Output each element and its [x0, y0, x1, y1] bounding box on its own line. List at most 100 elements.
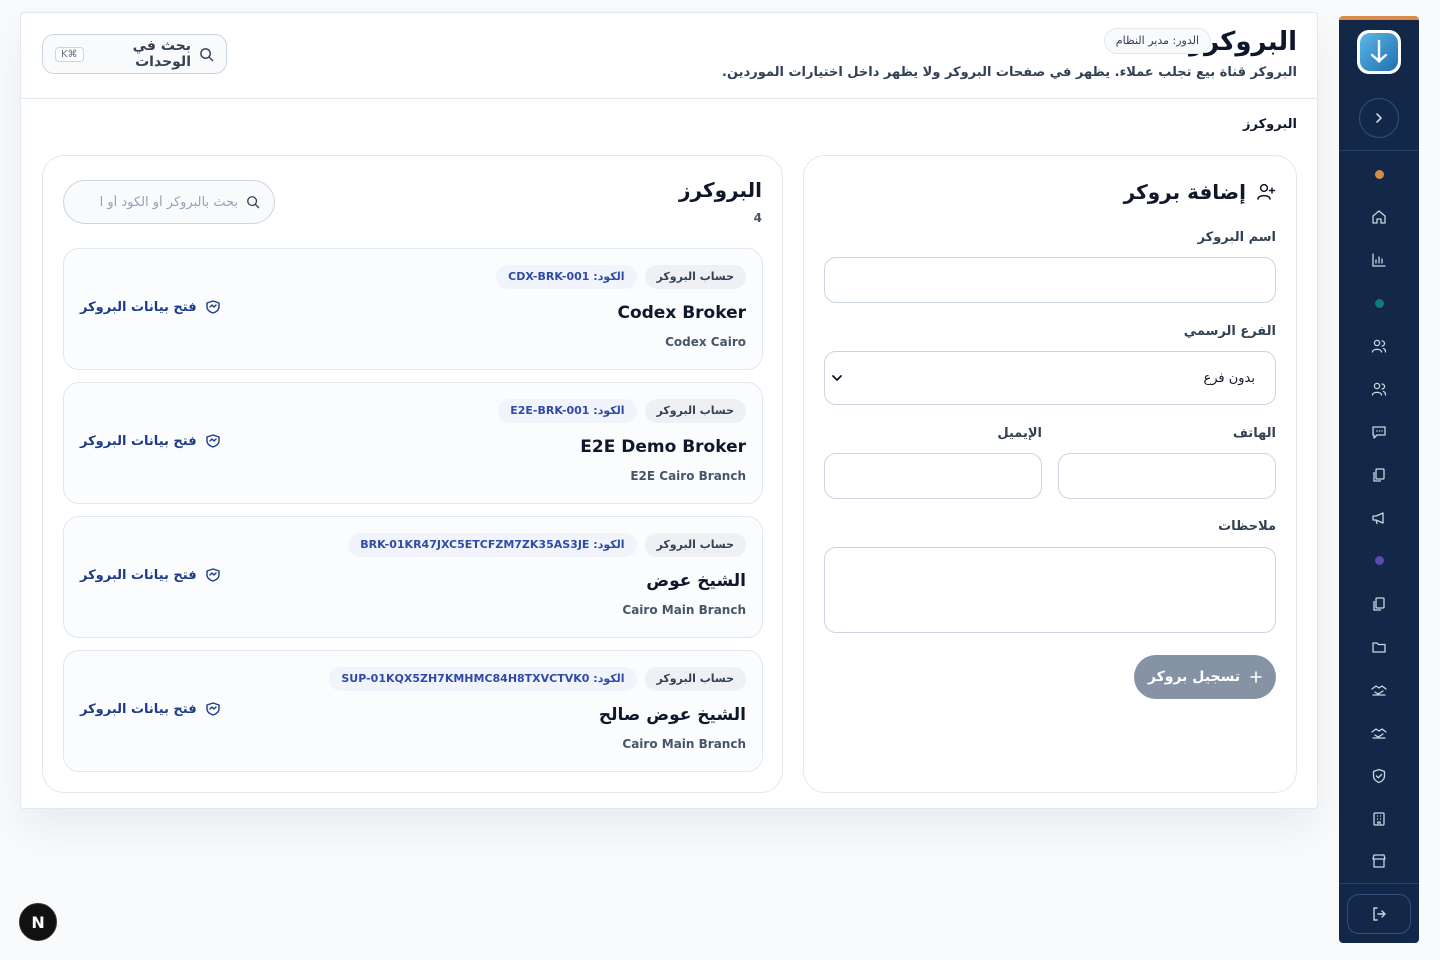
sidebar-item-home[interactable]	[1359, 196, 1399, 239]
broker-name-label: اسم البروكر	[1197, 230, 1276, 245]
code-value: SUP-01KQX5ZH7KMHMC84H8TXVCTVK0	[341, 672, 590, 685]
building-icon	[1373, 811, 1385, 826]
search-icon	[247, 196, 260, 209]
status-dot	[1374, 556, 1384, 566]
open-broker-link[interactable]: فتح بيانات البروكر	[80, 701, 221, 717]
search-icon	[200, 47, 214, 61]
keyboard-shortcut: K⌘	[55, 46, 84, 62]
handshake-icon	[1371, 685, 1387, 696]
phone-label: الهاتف	[1232, 426, 1276, 441]
code-badge: الكود: SUP-01KQX5ZH7KMHMC84H8TXVCTVK0	[329, 667, 637, 691]
broker-name: Codex Broker	[617, 303, 746, 323]
chevron-down-icon	[832, 375, 842, 381]
page-subtitle: البروكر قناة بيع تجلب عملاء. يظهر في صفح…	[722, 65, 1297, 80]
chevron-left-icon	[1376, 113, 1382, 123]
broker-branch: Cairo Main Branch	[622, 737, 746, 751]
documents-icon	[1373, 597, 1385, 611]
broker-card: حساب البروكر الكود: CDX-BRK-001 Codex Br…	[63, 248, 763, 370]
account-badge: حساب البروكر	[644, 265, 746, 289]
main-content: البروكرز الدور: مدير النظام البروكر قناة…	[20, 12, 1318, 809]
sidebar-collapse-button[interactable]	[1359, 98, 1399, 138]
sidebar-item-deals[interactable]	[1359, 711, 1399, 754]
code-value: E2E-BRK-001	[510, 404, 590, 417]
sidebar-item-buildings[interactable]	[1359, 797, 1399, 840]
page-header: البروكرز الدور: مدير النظام البروكر قناة…	[21, 13, 1317, 99]
sidebar-item-security[interactable]	[1359, 754, 1399, 797]
form-title: إضافة بروكر	[1124, 180, 1276, 204]
broker-badges: حساب البروكر الكود: BRK-01KR47JXC5ETCFZM…	[348, 533, 746, 557]
sidebar-item-campaigns[interactable]	[1359, 497, 1399, 540]
broker-count: 4	[753, 211, 762, 225]
open-broker-link[interactable]: فتح بيانات البروكر	[80, 299, 221, 315]
handshake-icon	[205, 300, 220, 314]
broker-branch: E2E Cairo Branch	[630, 469, 746, 483]
sidebar-item-files[interactable]	[1359, 582, 1399, 625]
email-label: الإيميل	[997, 426, 1042, 441]
documents-icon	[1373, 468, 1385, 482]
sidebar	[1339, 16, 1419, 943]
code-label: الكود:	[593, 672, 625, 685]
global-search-button[interactable]: بحث في الوحدات K⌘	[42, 34, 227, 74]
logout-button[interactable]	[1347, 893, 1411, 934]
account-badge: حساب البروكر	[644, 667, 746, 691]
register-broker-button[interactable]: تسجيل بروكر	[1134, 655, 1276, 699]
list-title: البروكرز	[679, 178, 762, 202]
store-icon	[1372, 854, 1386, 869]
open-broker-link[interactable]: فتح بيانات البروكر	[80, 433, 221, 449]
sidebar-item-store[interactable]	[1359, 840, 1399, 883]
broker-search-input[interactable]: بحث بالبروكر أو الكود أو ا	[63, 180, 275, 224]
sidebar-item-folders[interactable]	[1359, 625, 1399, 668]
user-plus-icon	[1257, 183, 1276, 200]
chat-icon	[1372, 426, 1386, 439]
broker-name: E2E Demo Broker	[580, 437, 746, 457]
dev-tools-button[interactable]: N	[19, 903, 57, 941]
open-broker-label: فتح بيانات البروكر	[80, 299, 197, 315]
broker-list-panel: البروكرز 4 بحث بالبروكر أو الكود أو ا حس…	[42, 155, 783, 793]
email-input[interactable]	[824, 453, 1042, 499]
broker-search-placeholder: بحث بالبروكر أو الكود أو ا	[99, 194, 238, 210]
account-badge: حساب البروكر	[644, 533, 746, 557]
sidebar-item-dot-orange[interactable]	[1359, 153, 1399, 196]
sidebar-item-dot-purple[interactable]	[1359, 539, 1399, 582]
home-icon	[1372, 210, 1386, 225]
sidebar-item-documents[interactable]	[1359, 454, 1399, 497]
status-dot	[1374, 169, 1384, 179]
broker-branch: Cairo Main Branch	[622, 603, 746, 617]
broker-badges: حساب البروكر الكود: CDX-BRK-001	[496, 265, 746, 289]
code-badge: الكود: E2E-BRK-001	[498, 399, 637, 423]
branch-select[interactable]: بدون فرع	[824, 351, 1276, 405]
logo-icon	[1360, 33, 1398, 71]
phone-input[interactable]	[1058, 453, 1276, 499]
sidebar-item-clients[interactable]	[1359, 368, 1399, 411]
sidebar-item-reports[interactable]	[1359, 239, 1399, 282]
sidebar-item-brokers[interactable]	[1359, 668, 1399, 711]
sidebar-item-users[interactable]	[1359, 325, 1399, 368]
handshake-icon	[205, 568, 220, 582]
open-broker-link[interactable]: فتح بيانات البروكر	[80, 567, 221, 583]
code-label: الكود:	[593, 538, 625, 551]
branch-select-value: بدون فرع	[1203, 370, 1255, 386]
breadcrumb: البروكرز	[1243, 117, 1297, 132]
users-icon	[1371, 382, 1387, 396]
broker-card: حساب البروكر الكود: BRK-01KR47JXC5ETCFZM…	[63, 516, 763, 638]
chart-icon	[1372, 253, 1386, 267]
open-broker-label: فتح بيانات البروكر	[80, 701, 197, 717]
app-logo[interactable]	[1357, 30, 1401, 74]
sidebar-item-dot-teal[interactable]	[1359, 282, 1399, 325]
users-icon	[1371, 339, 1387, 353]
open-broker-label: فتح بيانات البروكر	[80, 567, 197, 583]
handshake-icon	[205, 434, 220, 448]
shield-icon	[1372, 768, 1386, 783]
notes-label: ملاحظات	[1218, 519, 1276, 534]
code-value: BRK-01KR47JXC5ETCFZM7ZK35AS3JE	[360, 538, 590, 551]
add-broker-form: إضافة بروكر اسم البروكر الفرع الرسمي بدو…	[803, 155, 1297, 793]
notes-textarea[interactable]	[824, 547, 1276, 633]
broker-name-input[interactable]	[824, 257, 1276, 303]
code-badge: الكود: BRK-01KR47JXC5ETCFZM7ZK35AS3JE	[348, 533, 637, 557]
broker-branch: Codex Cairo	[665, 335, 746, 349]
account-badge: حساب البروكر	[644, 399, 746, 423]
code-label: الكود:	[593, 404, 625, 417]
broker-badges: حساب البروكر الكود: SUP-01KQX5ZH7KMHMC84…	[329, 667, 746, 691]
sidebar-nav	[1339, 151, 1419, 883]
sidebar-item-messages[interactable]	[1359, 411, 1399, 454]
